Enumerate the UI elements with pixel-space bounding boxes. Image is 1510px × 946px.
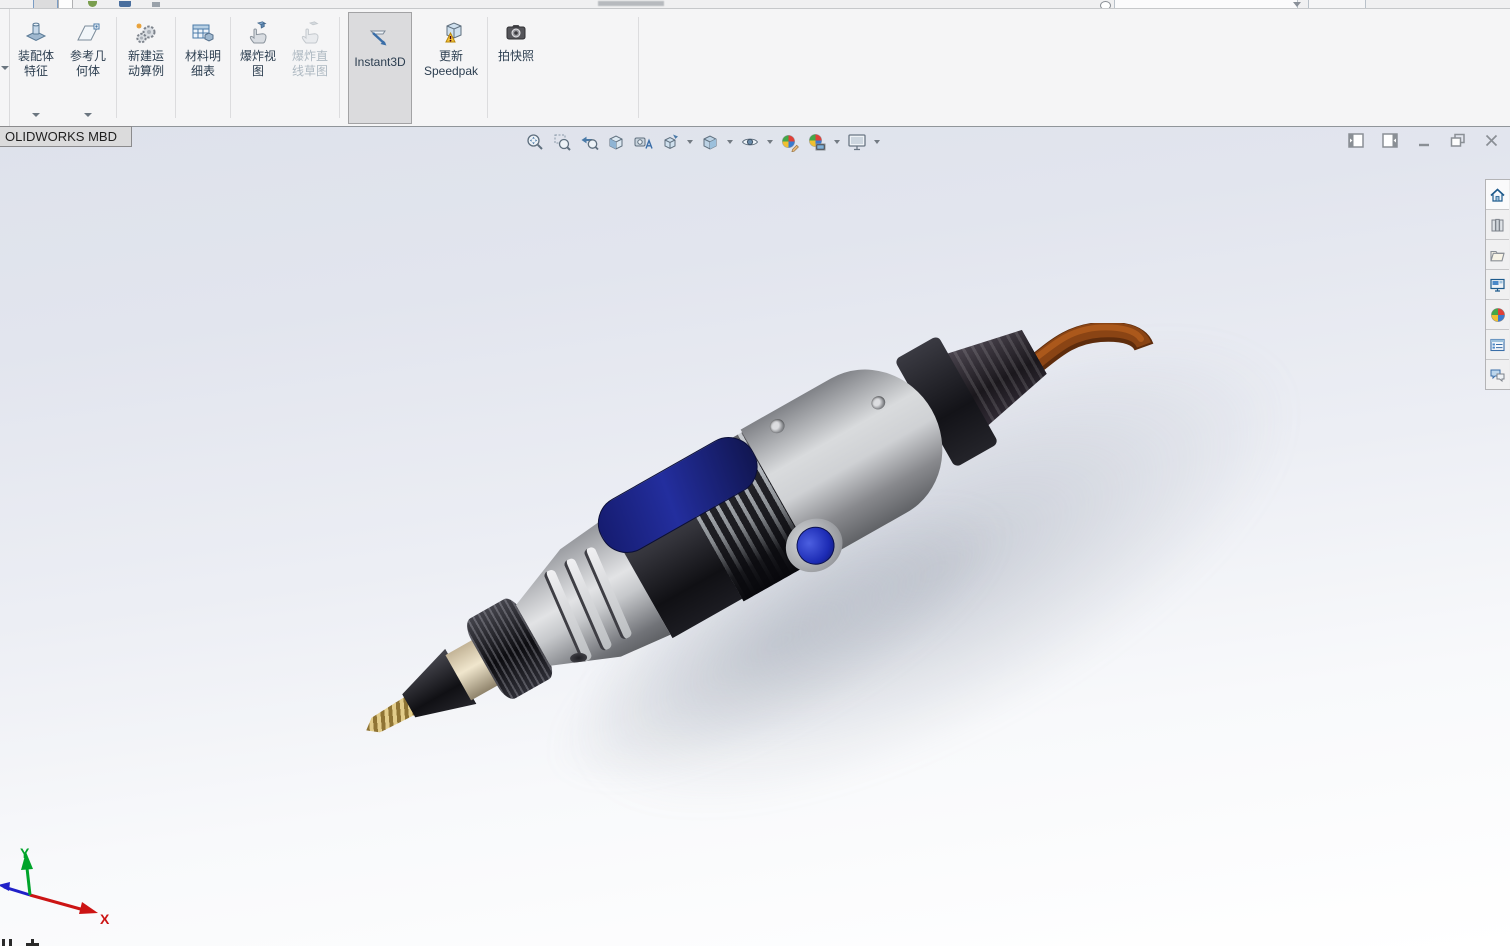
flyout-arrow-icon[interactable]	[84, 113, 92, 117]
triad-x-label: X	[100, 911, 110, 927]
ribbon-separator	[116, 17, 117, 118]
solidworks-window: 装配体特征 参考几何体 新建运动算例 材料明细表 爆炸视图 爆炸直线草图 Ins…	[0, 0, 1510, 946]
instant3d-button-selected[interactable]: Instant3D	[348, 12, 412, 124]
model-screw-hole	[767, 416, 788, 436]
previous-view-icon[interactable]	[578, 131, 600, 153]
heads-up-view-toolbar	[524, 129, 881, 155]
edit-appearance-icon[interactable]	[779, 131, 801, 153]
restore-icon[interactable]	[1449, 132, 1466, 149]
ribbon-separator	[175, 17, 176, 118]
section-view-icon[interactable]	[605, 131, 627, 153]
help-icon[interactable]	[1100, 1, 1111, 8]
search-button[interactable]	[1308, 0, 1366, 8]
search-input[interactable]	[1114, 0, 1298, 8]
view-palette-icon[interactable]	[1486, 270, 1509, 300]
custom-properties-icon[interactable]	[1486, 330, 1509, 360]
button-label: 爆炸直线草图	[291, 49, 328, 78]
take-snapshot-button[interactable]: 拍快照	[490, 9, 542, 126]
exploded-line-sketch-icon	[301, 21, 319, 44]
triad-y-label: Y	[20, 846, 30, 861]
toolbar-icon-fragment	[152, 2, 160, 7]
expand-right-pane-icon[interactable]	[1381, 132, 1398, 149]
snapshot-camera-icon	[506, 25, 526, 40]
apply-scene-icon[interactable]	[806, 131, 828, 153]
dropdown-arrow-icon[interactable]	[874, 140, 880, 144]
graphics-area[interactable]: X Y	[0, 127, 1510, 946]
assembly-features-icon	[25, 22, 47, 42]
window-controls	[1347, 132, 1500, 149]
zoom-to-fit-icon[interactable]	[524, 131, 546, 153]
ribbon-separator	[230, 17, 231, 118]
assembly-features-button[interactable]: 装配体特征	[10, 9, 62, 126]
button-label: 爆炸视图	[239, 49, 276, 78]
bill-of-materials-button[interactable]: 材料明细表	[178, 9, 228, 126]
collapsed-group-stub[interactable]	[0, 9, 10, 126]
button-label: 材料明细表	[184, 49, 221, 78]
new-motion-study-button[interactable]: 新建运动算例	[119, 9, 173, 126]
flyout-arrow-icon	[0, 66, 9, 70]
button-label: 更新 Speedpak	[423, 49, 479, 78]
dropdown-arrow-icon[interactable]	[767, 140, 773, 144]
reference-geometry-icon	[77, 23, 100, 41]
dynamic-annotation-views-icon[interactable]	[632, 131, 654, 153]
tab-solidworks-mbd[interactable]: OLIDWORKS MBD	[0, 126, 132, 147]
exploded-view-icon	[249, 21, 267, 44]
reference-geometry-button[interactable]: 参考几何体	[62, 9, 114, 126]
appearances-scenes-icon[interactable]	[1486, 300, 1509, 330]
flyout-arrow-icon[interactable]	[32, 113, 40, 117]
button-label: 新建运动算例	[127, 49, 164, 78]
toolbar-box-fragment[interactable]	[58, 0, 73, 8]
button-label: 参考几何体	[69, 49, 106, 78]
update-speedpak-button[interactable]: 更新 Speedpak	[417, 9, 485, 126]
button-label: Instant3D	[354, 55, 406, 69]
toolbar-tab-fragment[interactable]	[33, 0, 58, 8]
update-speedpak-icon	[445, 22, 462, 43]
exploded-view-button[interactable]: 爆炸视图	[233, 9, 283, 126]
exploded-line-sketch-button: 爆炸直线草图	[283, 9, 337, 126]
motion-study-icon	[136, 23, 156, 44]
view-settings-icon[interactable]	[846, 131, 868, 153]
menu-bar-clipped	[0, 0, 1510, 9]
dropdown-arrow-icon[interactable]	[727, 140, 733, 144]
display-style-icon[interactable]	[699, 131, 721, 153]
dropdown-arrow-icon[interactable]	[834, 140, 840, 144]
ribbon-separator	[638, 17, 639, 118]
file-explorer-icon[interactable]	[1486, 240, 1509, 270]
bom-table-icon	[192, 24, 214, 42]
button-label: 拍快照	[497, 49, 534, 63]
toolbar-icon-fragment[interactable]	[88, 1, 97, 7]
toolbar-icon-fragment[interactable]	[119, 1, 131, 7]
ribbon-separator	[487, 17, 488, 118]
minimize-icon[interactable]	[1415, 132, 1432, 149]
design-library-icon[interactable]	[1486, 210, 1509, 240]
search-dropdown-icon[interactable]	[1293, 2, 1301, 7]
instant3d-icon	[369, 30, 387, 46]
model-screw-hole	[869, 393, 888, 412]
task-pane	[1485, 179, 1510, 390]
zoom-to-area-icon[interactable]	[551, 131, 573, 153]
window-title-clipped	[598, 1, 664, 6]
ribbon-separator	[339, 17, 340, 118]
hide-show-items-icon[interactable]	[739, 131, 761, 153]
close-icon[interactable]	[1483, 132, 1500, 149]
dropdown-arrow-icon[interactable]	[687, 140, 693, 144]
collapse-left-pane-icon[interactable]	[1347, 132, 1364, 149]
solidworks-resources-home-icon[interactable]	[1486, 180, 1509, 210]
clipped-text-fragment	[2, 939, 62, 946]
command-manager-ribbon: 装配体特征 参考几何体 新建运动算例 材料明细表 爆炸视图 爆炸直线草图 Ins…	[0, 9, 1510, 127]
button-label: 装配体特征	[17, 49, 54, 78]
solidworks-forum-icon[interactable]	[1486, 360, 1509, 389]
reference-triad: X Y	[0, 846, 110, 927]
view-orientation-icon[interactable]	[659, 131, 681, 153]
model-vent-hole	[570, 652, 588, 664]
